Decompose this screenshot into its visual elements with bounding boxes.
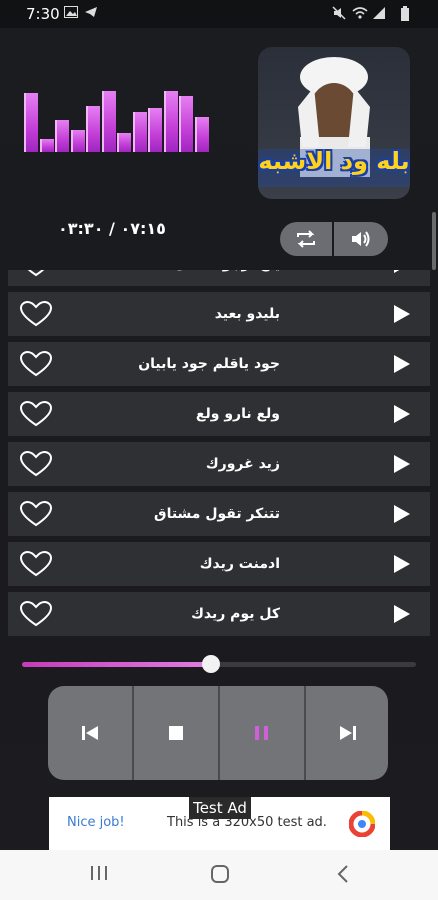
ad-logo-icon — [348, 810, 376, 841]
play-icon[interactable] — [394, 305, 410, 323]
track-title: زيد غرورك — [205, 456, 280, 472]
track-row[interactable]: بليدو بعيد — [8, 292, 430, 336]
seek-progress — [22, 662, 212, 667]
status-time: 7:30 — [26, 5, 60, 23]
play-icon[interactable] — [394, 270, 410, 273]
favorite-heart-icon[interactable] — [19, 350, 53, 381]
audio-visualizer — [24, 88, 212, 152]
visualizer-bar — [148, 108, 162, 152]
visualizer-bar — [163, 91, 178, 152]
visualizer-bar — [101, 90, 116, 152]
play-icon[interactable] — [394, 555, 410, 573]
track-row[interactable]: ولع نارو ولع — [8, 392, 430, 436]
signal-icon — [372, 6, 386, 23]
visualizer-bar — [39, 139, 54, 152]
play-icon[interactable] — [394, 605, 410, 623]
play-icon[interactable] — [394, 455, 410, 473]
repeat-icon — [297, 230, 315, 248]
track-row[interactable]: كل يوم ريدك — [8, 592, 430, 636]
track-title: جود ياقلم جود يابيان — [138, 356, 280, 372]
pause-icon — [255, 726, 268, 740]
visualizer-bar — [70, 129, 85, 152]
favorite-heart-icon[interactable] — [19, 300, 53, 331]
favorite-heart-icon[interactable] — [19, 550, 53, 581]
favorite-heart-icon[interactable] — [19, 500, 53, 531]
volume-button[interactable] — [334, 222, 388, 256]
track-row[interactable]: زيد غرورك — [8, 442, 430, 486]
list-scrollbar[interactable] — [432, 212, 436, 270]
album-cover: بله ود الاشبه — [258, 47, 410, 199]
repeat-button[interactable] — [280, 222, 332, 256]
track-title: كل يوم ريدك — [191, 606, 280, 622]
visualizer-bar — [24, 93, 38, 152]
next-button[interactable] — [304, 686, 388, 780]
next-icon — [340, 726, 356, 740]
recents-icon[interactable] — [90, 864, 108, 886]
visualizer-bar — [117, 132, 131, 152]
image-icon — [64, 6, 78, 21]
track-title: ياخ ارجوك تعال — [175, 270, 280, 286]
favorite-heart-icon[interactable] — [19, 600, 53, 631]
track-title: ولع نارو ولع — [195, 406, 280, 422]
track-title: تتنكر تقول مشتاق — [154, 506, 280, 522]
previous-icon — [82, 726, 98, 740]
visualizer-bar — [194, 116, 209, 152]
visualizer-bar — [179, 95, 193, 152]
telegram-icon — [84, 6, 98, 21]
seek-handle[interactable] — [202, 655, 221, 673]
playback-timer: ٠٧:١٥ / ٠٣:٣٠ — [58, 219, 166, 238]
previous-button[interactable] — [48, 686, 132, 780]
cover-title: بله ود الاشبه — [258, 147, 410, 175]
status-bar: 7:30 — [0, 0, 438, 28]
stop-icon — [169, 726, 183, 740]
battery-icon — [400, 6, 410, 25]
ad-tag: Test Ad — [189, 797, 251, 819]
pause-button[interactable] — [218, 686, 304, 780]
seek-bar[interactable] — [22, 655, 416, 673]
favorite-heart-icon[interactable] — [19, 400, 53, 431]
visualizer-bar — [55, 120, 69, 152]
navigation-bar — [0, 850, 438, 900]
play-icon[interactable] — [394, 405, 410, 423]
transport-controls — [48, 686, 388, 780]
track-row[interactable]: ادمنت ريدك — [8, 542, 430, 586]
volume-icon — [352, 231, 370, 247]
track-title: بليدو بعيد — [214, 306, 280, 322]
play-icon[interactable] — [394, 505, 410, 523]
favorite-heart-icon[interactable] — [20, 270, 52, 281]
home-icon[interactable] — [210, 864, 230, 888]
track-row[interactable]: ياخ ارجوك تعال — [8, 270, 430, 286]
visualizer-bar — [86, 105, 100, 152]
ad-nice-text: Nice job! — [67, 815, 125, 830]
favorite-heart-icon[interactable] — [19, 450, 53, 481]
track-list: ياخ ارجوك تعال بليدو بعيد جود ياقلم جود يا… — [8, 270, 430, 646]
wifi-icon — [352, 6, 368, 23]
track-title: ادمنت ريدك — [199, 556, 280, 572]
visualizer-bar — [132, 112, 147, 152]
track-row[interactable]: تتنكر تقول مشتاق — [8, 492, 430, 536]
back-icon[interactable] — [336, 864, 350, 888]
mute-icon — [332, 6, 346, 23]
track-row[interactable]: جود ياقلم جود يابيان — [8, 342, 430, 386]
play-icon[interactable] — [394, 355, 410, 373]
stop-button[interactable] — [132, 686, 218, 780]
